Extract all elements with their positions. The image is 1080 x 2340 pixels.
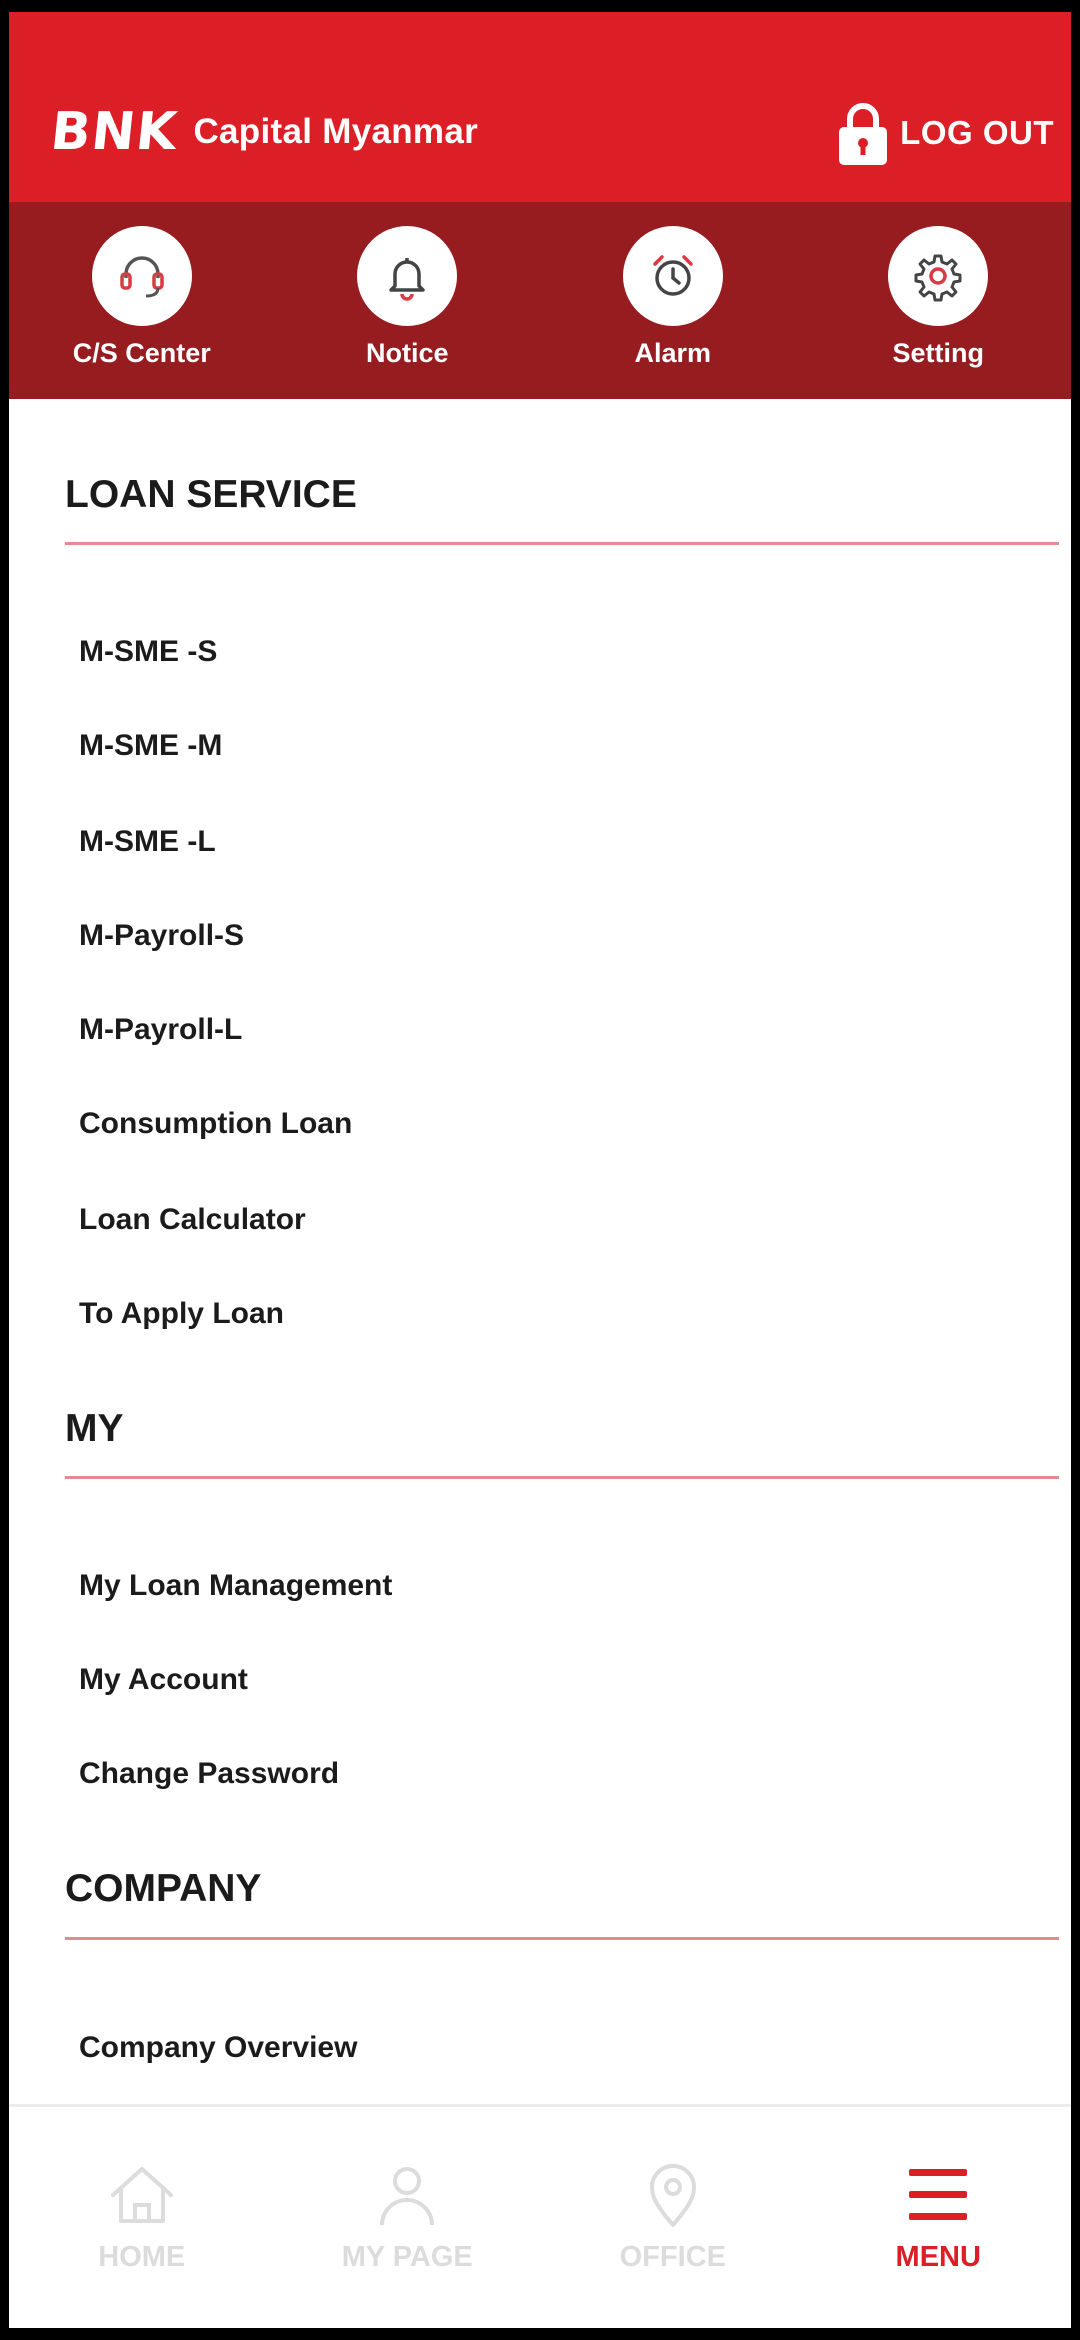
menu-item-m-payroll-s[interactable]: M-Payroll-S bbox=[79, 919, 244, 953]
person-icon bbox=[380, 2167, 435, 2226]
alarm-label: Alarm bbox=[634, 338, 712, 368]
app-screen: BNK Capital Myanmar LOG OUT C/S Center N… bbox=[9, 12, 1071, 2328]
setting-button[interactable]: Setting bbox=[806, 202, 1072, 399]
notice-button[interactable]: Notice bbox=[275, 202, 541, 399]
menu-item-m-sme-m[interactable]: M-SME -M bbox=[79, 729, 222, 763]
section-divider bbox=[65, 1937, 1059, 1940]
bottom-navigation: HOME MY PAGE OFFICE MENU bbox=[9, 2104, 1071, 2328]
brand-name: Capital Myanmar bbox=[193, 112, 479, 151]
logout-button[interactable]: LOG OUT bbox=[834, 98, 1054, 168]
nav-home-label: HOME bbox=[98, 2241, 186, 2273]
section-divider bbox=[65, 542, 1059, 545]
menu-item-loan-calculator[interactable]: Loan Calculator bbox=[79, 1203, 306, 1237]
logo-mark: BNK bbox=[47, 102, 181, 162]
quick-action-bar: C/S Center Notice Alarm Setting bbox=[9, 202, 1071, 399]
bell-icon bbox=[389, 258, 425, 301]
menu-item-to-apply-loan[interactable]: To Apply Loan bbox=[79, 1297, 284, 1331]
alarm-button[interactable]: Alarm bbox=[540, 202, 806, 399]
hamburger-menu-icon bbox=[909, 2169, 968, 2220]
nav-my-page[interactable]: MY PAGE bbox=[275, 2107, 541, 2328]
brand-logo: BNK Capital Myanmar bbox=[47, 102, 479, 162]
notice-label: Notice bbox=[365, 338, 449, 368]
setting-label: Setting bbox=[892, 338, 985, 368]
nav-office[interactable]: OFFICE bbox=[540, 2107, 806, 2328]
menu-item-consumption-loan[interactable]: Consumption Loan bbox=[79, 1107, 352, 1141]
section-title-company: COMPANY bbox=[65, 1867, 262, 1910]
section-divider bbox=[65, 1476, 1059, 1479]
location-pin-icon bbox=[649, 2164, 696, 2227]
menu-item-company-overview[interactable]: Company Overview bbox=[79, 2031, 357, 2065]
headset-icon bbox=[120, 256, 164, 298]
menu-item-m-sme-l[interactable]: M-SME -L bbox=[79, 825, 216, 859]
nav-home[interactable]: HOME bbox=[9, 2107, 275, 2328]
setting-icon-circle bbox=[888, 226, 989, 326]
logout-label: LOG OUT bbox=[900, 114, 1054, 151]
section-title-my: MY bbox=[65, 1407, 124, 1450]
alarm-clock-icon bbox=[653, 255, 693, 296]
alarm-icon-circle bbox=[622, 226, 723, 326]
nav-my-page-label: MY PAGE bbox=[341, 2241, 473, 2273]
cs-center-label: C/S Center bbox=[72, 338, 211, 368]
nav-office-label: OFFICE bbox=[619, 2241, 726, 2273]
menu-item-change-password[interactable]: Change Password bbox=[79, 1757, 339, 1791]
nav-menu-label: MENU bbox=[895, 2241, 981, 2273]
menu-item-m-payroll-l[interactable]: M-Payroll-L bbox=[79, 1013, 242, 1047]
cs-center-icon-circle bbox=[91, 226, 192, 326]
menu-item-my-account[interactable]: My Account bbox=[79, 1663, 248, 1697]
section-title-loan-service: LOAN SERVICE bbox=[65, 473, 357, 516]
menu-item-my-loan-management[interactable]: My Loan Management bbox=[79, 1569, 392, 1603]
nav-menu[interactable]: MENU bbox=[806, 2107, 1072, 2328]
gear-icon bbox=[914, 254, 962, 302]
lock-icon bbox=[839, 103, 888, 165]
notice-icon-circle bbox=[357, 226, 458, 326]
cs-center-button[interactable]: C/S Center bbox=[9, 202, 275, 399]
app-header: BNK Capital Myanmar LOG OUT bbox=[9, 12, 1071, 202]
menu-item-m-sme-s[interactable]: M-SME -S bbox=[79, 635, 217, 669]
home-icon bbox=[110, 2167, 173, 2223]
